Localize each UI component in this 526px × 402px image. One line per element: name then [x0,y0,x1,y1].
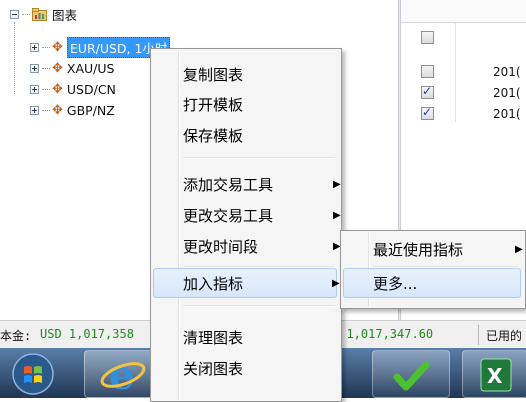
menu-item-change-instrument[interactable]: 更改交易工具 ▶ [153,200,341,230]
menu-item-label: 加入指标 [183,274,244,293]
tree-root-row[interactable]: 图表 [10,4,77,24]
menu-item-label: 关闭图表 [183,359,244,378]
submenu-arrow-icon: ▶ [515,243,523,255]
indicator-submenu: 最近使用指标 ▶ 更多... [340,230,526,309]
tree-connector [42,67,50,69]
tree-root-label: 图表 [52,7,78,23]
menu-item-add-indicator[interactable]: 加入指标 ▶ [153,268,340,298]
tree-connector [22,13,30,15]
expand-icon[interactable] [30,63,39,73]
menu-item-label: 更改交易工具 [183,206,274,225]
menu-item-label: 更改时间段 [183,237,259,256]
menu-item-close-chart[interactable]: 关闭图表 [153,353,339,383]
menu-item-label: 清理图表 [183,328,244,347]
crosshair-chart-icon: ✥ [52,60,63,76]
table-row[interactable]: 201( [401,62,526,82]
submenu-item-recent-indicators[interactable]: 最近使用指标 ▶ [343,234,523,264]
excel-icon[interactable]: X [462,350,526,398]
svg-text:e: e [109,352,134,397]
windows-start-icon[interactable] [4,350,62,396]
grid-cell: 201( [493,65,521,79]
equity-value: D 1,017,347.60 [332,327,434,341]
row-checkbox[interactable] [421,84,434,99]
tree-connector [42,46,50,48]
svg-text:X: X [487,364,503,388]
chart-context-menu: 复制图表 打开模板 保存模板 添加交易工具 ▶ 更改交易工具 ▶ 更改时间段 ▶… [150,48,342,402]
menu-item-label: 最近使用指标 [373,240,464,259]
expand-icon[interactable] [30,84,39,94]
collapse-icon[interactable] [10,9,19,19]
grid-cell: 201( [493,86,521,100]
menu-item-add-instrument[interactable]: 添加交易工具 ▶ [153,169,341,199]
menu-item-label: 添加交易工具 [183,175,274,194]
menu-item-open-template[interactable]: 打开模板 [153,89,339,119]
expand-icon[interactable] [30,105,39,115]
menu-item-change-timeframe[interactable]: 更改时间段 ▶ [153,231,341,261]
select-all-checkbox[interactable] [421,31,434,44]
menu-separator [183,157,335,159]
tree-item-usdcn[interactable]: ✥ USD/CN [30,79,116,99]
menu-item-label: 打开模板 [183,95,244,114]
status-divider [478,325,479,345]
submenu-arrow-icon: ▶ [333,178,341,190]
tree-connector [42,109,50,111]
used-margin-label: 已用的 [486,329,523,343]
submenu-arrow-icon: ▶ [332,277,340,289]
tree-item-xauus[interactable]: ✥ XAU/US [30,58,114,78]
expand-icon[interactable] [30,42,39,52]
submenu-arrow-icon: ▶ [333,209,341,221]
menu-item-label: 复制图表 [183,65,244,84]
checkmark-app-icon[interactable] [372,350,450,398]
row-checkbox[interactable] [421,65,434,78]
menu-item-clear-chart[interactable]: 清理图表 [153,322,339,352]
tree-item-label[interactable]: XAU/US [67,61,115,76]
tree-item-label[interactable]: USD/CN [67,82,116,97]
grid-row-header-checkbox [401,28,526,52]
menu-item-label: 更多... [373,274,418,293]
crosshair-chart-icon: ✥ [52,39,63,55]
tree-connector [42,88,50,90]
submenu-item-more[interactable]: 更多... [343,268,521,298]
crosshair-chart-icon: ✥ [52,81,63,97]
table-row[interactable]: 201( [401,104,526,124]
tree-item-gbpnz[interactable]: ✥ GBP/NZ [30,100,115,120]
menu-item-copy-chart[interactable]: 复制图表 [153,59,339,89]
grid-header [401,0,526,23]
internet-explorer-icon[interactable]: e [84,350,158,399]
menu-separator [183,305,335,307]
folder-chart-icon [32,7,47,21]
tree-connector-line [14,22,15,94]
row-checkbox[interactable] [421,105,434,120]
table-row[interactable]: 201( [401,83,526,103]
balance-value: USD 1,017,358 [40,327,134,341]
balance-label: 本金: [0,329,32,343]
grid-cell: 201( [493,107,521,121]
menu-item-save-template[interactable]: 保存模板 [153,120,339,150]
menu-item-label: 保存模板 [183,126,244,145]
tree-item-label[interactable]: GBP/NZ [67,103,115,118]
crosshair-chart-icon: ✥ [52,102,63,118]
